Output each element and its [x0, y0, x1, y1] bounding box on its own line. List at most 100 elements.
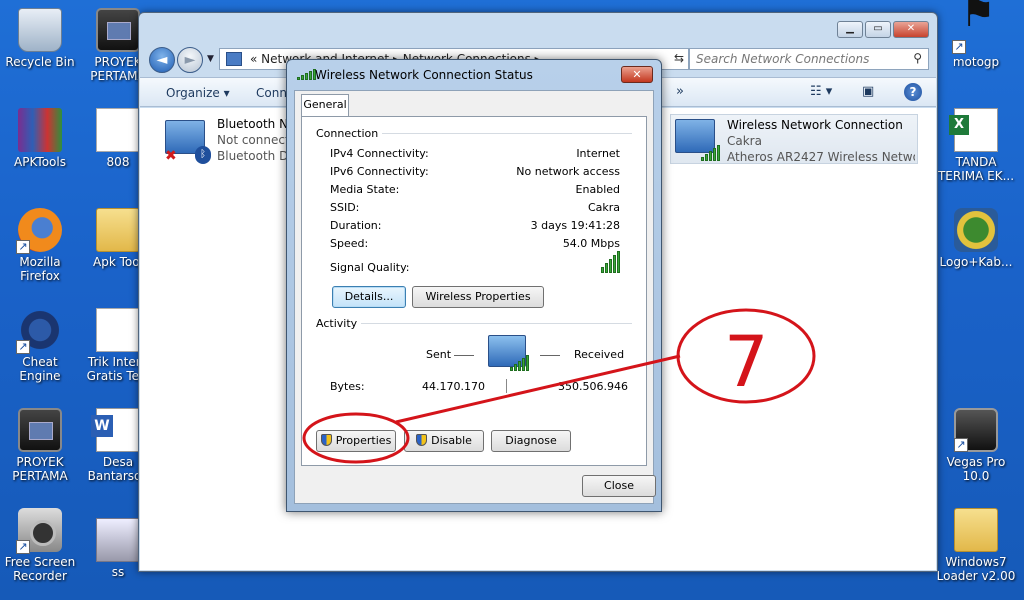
- firefox-icon: ↗: [16, 208, 62, 254]
- desk-icon-label: TANDA TERIMA EK...: [937, 155, 1015, 183]
- search-icon[interactable]: ⚲: [913, 51, 922, 65]
- bytes-received-value: 350.506.946: [558, 380, 628, 393]
- desk-icon-label: Free Screen Recorder: [4, 555, 76, 583]
- bytes-sent-value: 44.170.170: [422, 380, 485, 393]
- logo-image-icon: [954, 208, 998, 252]
- sent-dash: [454, 355, 474, 356]
- help-icon[interactable]: ?: [904, 83, 922, 101]
- connection-group-label: Connection: [316, 127, 383, 140]
- wireless-properties-button[interactable]: Wireless Properties: [412, 286, 544, 308]
- row-label: Media State:: [330, 183, 400, 196]
- signal-bars-icon: [701, 145, 720, 161]
- duration-row: Duration: 3 days 19:41:28: [330, 219, 620, 233]
- speed-row: Speed: 54.0 Mbps: [330, 237, 620, 251]
- desk-icon-firefox[interactable]: ↗ Mozilla Firefox: [0, 208, 80, 283]
- cheat-engine-icon: ↗: [16, 308, 62, 354]
- connection-status: Not connected: [217, 133, 297, 147]
- document-icon: [96, 308, 140, 352]
- minimize-button[interactable]: ▁: [837, 21, 863, 38]
- video-project-icon: [96, 8, 140, 52]
- disable-button[interactable]: Disable: [404, 430, 484, 452]
- folder-icon: [954, 508, 998, 552]
- divider: [316, 323, 632, 324]
- connection-name: Bluetooth Network Connection: [217, 117, 297, 131]
- folder-icon: [96, 208, 140, 252]
- dialog-close-icon[interactable]: ✕: [621, 66, 653, 83]
- activity-group-label: Activity: [316, 317, 362, 330]
- desk-icon-windows7-loader[interactable]: Windows7 Loader v2.00: [936, 508, 1016, 583]
- desk-icon-label: Mozilla Firefox: [19, 255, 61, 283]
- excel-icon: [949, 108, 998, 152]
- row-label: IPv6 Connectivity:: [330, 165, 429, 178]
- dialog-body: General Connection IPv4 Connectivity: In…: [294, 90, 656, 504]
- organize-menu[interactable]: Organize ▾: [166, 86, 230, 100]
- row-label: SSID:: [330, 201, 360, 214]
- desk-icon-label: Logo+Kab...: [939, 255, 1013, 269]
- connection-device: Bluetooth Device (Personal Area Network): [217, 149, 297, 163]
- close-dialog-button[interactable]: Close: [582, 475, 656, 497]
- bluetooth-icon: ᛒ: [195, 146, 211, 164]
- desk-icon-proyek-pertama-2[interactable]: PROYEK PERTAMA: [0, 408, 80, 483]
- desk-icon-vegas-pro[interactable]: ↗ Vegas Pro 10.0: [936, 408, 1016, 483]
- desk-icon-label: APKTools: [14, 155, 66, 169]
- search-input[interactable]: Search Network Connections ⚲: [689, 48, 929, 70]
- dialog-title: Wireless Network Connection Status: [315, 68, 533, 82]
- desk-icon-motogp[interactable]: ↗ motogp: [936, 6, 1016, 69]
- desk-icon-recycle-bin[interactable]: Recycle Bin: [0, 8, 80, 69]
- preview-pane-icon[interactable]: ▣: [862, 84, 874, 99]
- shortcut-arrow-icon: ↗: [16, 240, 30, 254]
- received-label: Received: [574, 348, 625, 361]
- row-value: Cakra: [587, 201, 620, 214]
- desk-icon-apktools[interactable]: APKTools: [0, 108, 80, 169]
- more-commands-chevron[interactable]: »: [676, 84, 684, 99]
- wireless-status-dialog: Wireless Network Connection Status ✕ Gen…: [286, 59, 662, 512]
- ssid-row: SSID: Cakra: [330, 201, 620, 215]
- close-button[interactable]: ✕: [893, 21, 929, 38]
- row-label: Duration:: [330, 219, 382, 232]
- sent-label: Sent: [426, 348, 452, 361]
- window-controls: ▁ ▭ ✕: [837, 21, 929, 38]
- motogp-icon: ↗: [952, 6, 998, 54]
- bytes-label: Bytes:: [330, 380, 365, 393]
- shortcut-arrow-icon: ↗: [954, 438, 968, 452]
- network-folder-icon: [226, 52, 242, 66]
- desk-icon-free-screen-recorder[interactable]: ↗ Free Screen Recorder: [0, 508, 80, 583]
- wireless-connection-text: Wireless Network Connection Cakra Athero…: [727, 117, 915, 165]
- disconnected-x-icon: ✖: [165, 148, 177, 164]
- bluetooth-connection-item[interactable]: ✖ ᛒ Bluetooth Network Connection Not con…: [165, 116, 297, 166]
- recycle-bin-icon: [18, 8, 62, 52]
- step-number-label: 7: [724, 321, 769, 403]
- maximize-button[interactable]: ▭: [865, 21, 891, 38]
- connection-status: Cakra: [727, 134, 762, 148]
- desk-icon-label: Windows7 Loader v2.00: [936, 555, 1016, 583]
- bluetooth-connection-text: Bluetooth Network Connection Not connect…: [217, 116, 297, 164]
- tab-general[interactable]: General: [301, 94, 349, 116]
- desk-icon-cheat-engine[interactable]: ↗ Cheat Engine: [0, 308, 80, 383]
- forward-button[interactable]: ►: [177, 47, 203, 73]
- row-label: Signal Quality:: [330, 261, 410, 274]
- row-value: No network access: [516, 165, 620, 178]
- desk-icon-logo-kab[interactable]: Logo+Kab...: [936, 208, 1016, 269]
- back-button[interactable]: ◄: [149, 47, 175, 73]
- properties-button-label: Properties: [335, 434, 392, 447]
- general-tab-panel: Connection IPv4 Connectivity: Internet I…: [301, 116, 647, 466]
- recent-pages-dropdown[interactable]: ▼: [207, 54, 214, 64]
- connection-device: Atheros AR2427 Wireless Network Adapter: [727, 150, 915, 164]
- wireless-connection-item[interactable]: Wireless Network Connection Cakra Athero…: [670, 114, 918, 164]
- ipv6-row: IPv6 Connectivity: No network access: [330, 165, 620, 179]
- row-value: 54.0 Mbps: [562, 237, 620, 250]
- diagnose-button[interactable]: Diagnose: [491, 430, 571, 452]
- desk-icon-label: Vegas Pro 10.0: [946, 455, 1006, 483]
- row-value: Enabled: [575, 183, 620, 196]
- desk-icon-tanda-terima[interactable]: TANDA TERIMA EK...: [936, 108, 1016, 183]
- winrar-icon: [18, 108, 62, 152]
- view-options-icon[interactable]: ☷ ▾: [810, 84, 832, 99]
- properties-button[interactable]: Properties: [316, 430, 396, 452]
- signal-quality-bars-icon: [601, 251, 620, 273]
- desk-icon-label: motogp: [952, 55, 1000, 69]
- details-button[interactable]: Details...: [332, 286, 406, 308]
- desk-icon-label: PROYEK PERTAMA: [12, 455, 68, 483]
- shortcut-arrow-icon: ↗: [16, 340, 30, 354]
- shortcut-arrow-icon: ↗: [16, 540, 30, 554]
- refresh-icon[interactable]: ⇆: [674, 51, 684, 65]
